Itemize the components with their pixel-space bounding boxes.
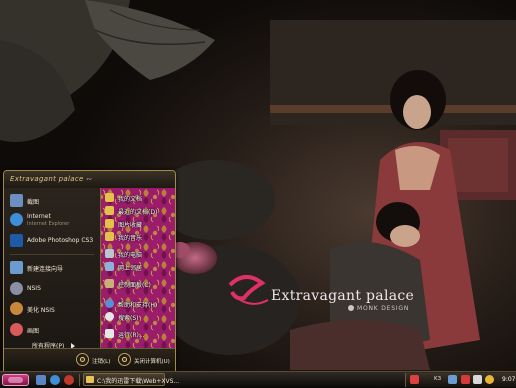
computer-icon xyxy=(105,249,114,258)
places-item-run[interactable]: 运行(R)... xyxy=(105,328,173,340)
start-menu-footer: 注销(L) 关闭计算机(U) xyxy=(4,348,175,371)
ime-icon[interactable] xyxy=(410,375,419,384)
recent-item-label: NSIS xyxy=(27,285,41,292)
pinned-item-sublabel: Internet Explorer xyxy=(27,221,70,227)
security-icon[interactable] xyxy=(485,375,494,384)
pinned-item-label: Internet xyxy=(27,213,51,220)
recent-item-label: 新建连接向导 xyxy=(27,266,64,273)
ie-quick-icon[interactable] xyxy=(50,375,60,385)
help-icon xyxy=(105,299,114,308)
pinned-item-screenshot[interactable]: 截图 xyxy=(8,192,98,210)
places-item-label: 我的电脑 xyxy=(118,252,143,259)
places-item-label: 我的音乐 xyxy=(118,235,143,242)
power-icon xyxy=(118,353,131,366)
taskbar: C:\我的迅雷下载\Web+XVS... K3 9:07 xyxy=(0,371,516,388)
places-item-label: 最近的文档(D) xyxy=(118,209,158,216)
paint-icon xyxy=(10,323,23,336)
brand-dot-icon xyxy=(348,305,354,311)
wallpaper-brand-subtitle: MONK DESIGN xyxy=(348,305,409,312)
places-item-label: 搜索(S) xyxy=(118,315,139,322)
show-desktop-icon[interactable] xyxy=(36,375,46,385)
screenshot-icon xyxy=(10,194,23,207)
logoff-label: 注销(L) xyxy=(92,359,111,365)
network-tray-icon[interactable] xyxy=(448,375,457,384)
connection-wizard-icon xyxy=(10,261,23,274)
quick-launch-separator xyxy=(79,374,80,386)
places-item-label: 帮助和支持(H) xyxy=(118,302,158,309)
control-panel-icon xyxy=(105,279,114,288)
pinned-item-photoshop[interactable]: Adobe Photoshop CS3 xyxy=(8,232,98,250)
start-menu-programs-pane: 截图 Internet Internet Explorer Adobe Phot… xyxy=(4,188,100,371)
music-icon xyxy=(105,232,114,241)
recent-item-label: 画图 xyxy=(27,328,40,335)
system-tray: K3 9:07 xyxy=(405,373,516,387)
places-item-search[interactable]: 搜索(S) xyxy=(105,311,173,323)
start-menu-separator xyxy=(10,254,94,255)
places-item-control-panel[interactable]: 控制面板(C) xyxy=(105,278,173,290)
start-menu: Extravagant palace ∾ 截图 Internet Interne… xyxy=(3,170,176,372)
taskbar-window-button[interactable]: C:\我的迅雷下载\Web+XVS... xyxy=(83,373,179,386)
wallpaper-brand-text: Extravagant palace xyxy=(271,288,415,304)
folder-icon xyxy=(86,376,94,383)
places-item-computer[interactable]: 我的电脑 xyxy=(105,248,173,260)
documents-icon xyxy=(105,193,114,202)
shutdown-label: 关闭计算机(U) xyxy=(134,359,170,365)
pinned-item-label: 截图 xyxy=(27,199,40,206)
places-item-label: 运行(R)... xyxy=(118,332,145,339)
antivirus-icon[interactable] xyxy=(461,375,470,384)
search-icon xyxy=(105,312,114,321)
language-indicator[interactable]: K3 xyxy=(434,376,441,382)
recent-item-nsis[interactable]: NSIS xyxy=(8,280,98,298)
start-menu-places-pane: 我的文档 最近的文档(D) 图片收藏 我的音乐 我的电脑 网上邻居 控制面板(C… xyxy=(100,188,175,348)
pictures-icon xyxy=(105,219,114,228)
pinned-item-internet[interactable]: Internet Internet Explorer xyxy=(8,211,98,229)
start-button[interactable] xyxy=(2,374,29,386)
network-icon xyxy=(105,262,114,271)
places-item-documents[interactable]: 我的文档 xyxy=(105,192,173,204)
places-item-network[interactable]: 网上邻居 xyxy=(105,261,173,273)
pinned-item-label: Adobe Photoshop CS3 xyxy=(27,237,94,244)
internet-explorer-icon xyxy=(10,213,23,226)
places-item-recent-docs[interactable]: 最近的文档(D) xyxy=(105,205,173,217)
recent-item-nsis-beautify[interactable]: 美化 NSIS xyxy=(8,300,98,318)
places-item-label: 图片收藏 xyxy=(118,222,143,229)
places-item-label: 控制面板(C) xyxy=(118,282,151,289)
clock[interactable]: 9:07 xyxy=(502,376,515,383)
places-item-label: 我的文档 xyxy=(118,196,143,203)
places-item-pictures[interactable]: 图片收藏 xyxy=(105,218,173,230)
nsis-beautify-icon xyxy=(10,302,23,315)
places-item-music[interactable]: 我的音乐 xyxy=(105,231,173,243)
places-item-help[interactable]: 帮助和支持(H) xyxy=(105,298,173,310)
volume-icon[interactable] xyxy=(473,375,482,384)
photoshop-icon xyxy=(10,234,23,247)
places-item-label: 网上邻居 xyxy=(118,265,143,272)
nsis-icon xyxy=(10,282,23,295)
logoff-icon xyxy=(76,353,89,366)
start-menu-user-title: Extravagant palace ∾ xyxy=(10,175,93,183)
media-player-icon[interactable] xyxy=(64,375,74,385)
recent-item-paint[interactable]: 画图 xyxy=(8,321,98,339)
recent-item-label: 美化 NSIS xyxy=(27,307,55,314)
recent-docs-icon xyxy=(105,206,114,215)
recent-item-connection-wizard[interactable]: 新建连接向导 xyxy=(8,259,98,277)
start-menu-header: Extravagant palace ∾ xyxy=(4,171,175,189)
run-icon xyxy=(105,329,114,338)
taskbar-window-label: C:\我的迅雷下载\Web+XVS... xyxy=(97,378,180,385)
